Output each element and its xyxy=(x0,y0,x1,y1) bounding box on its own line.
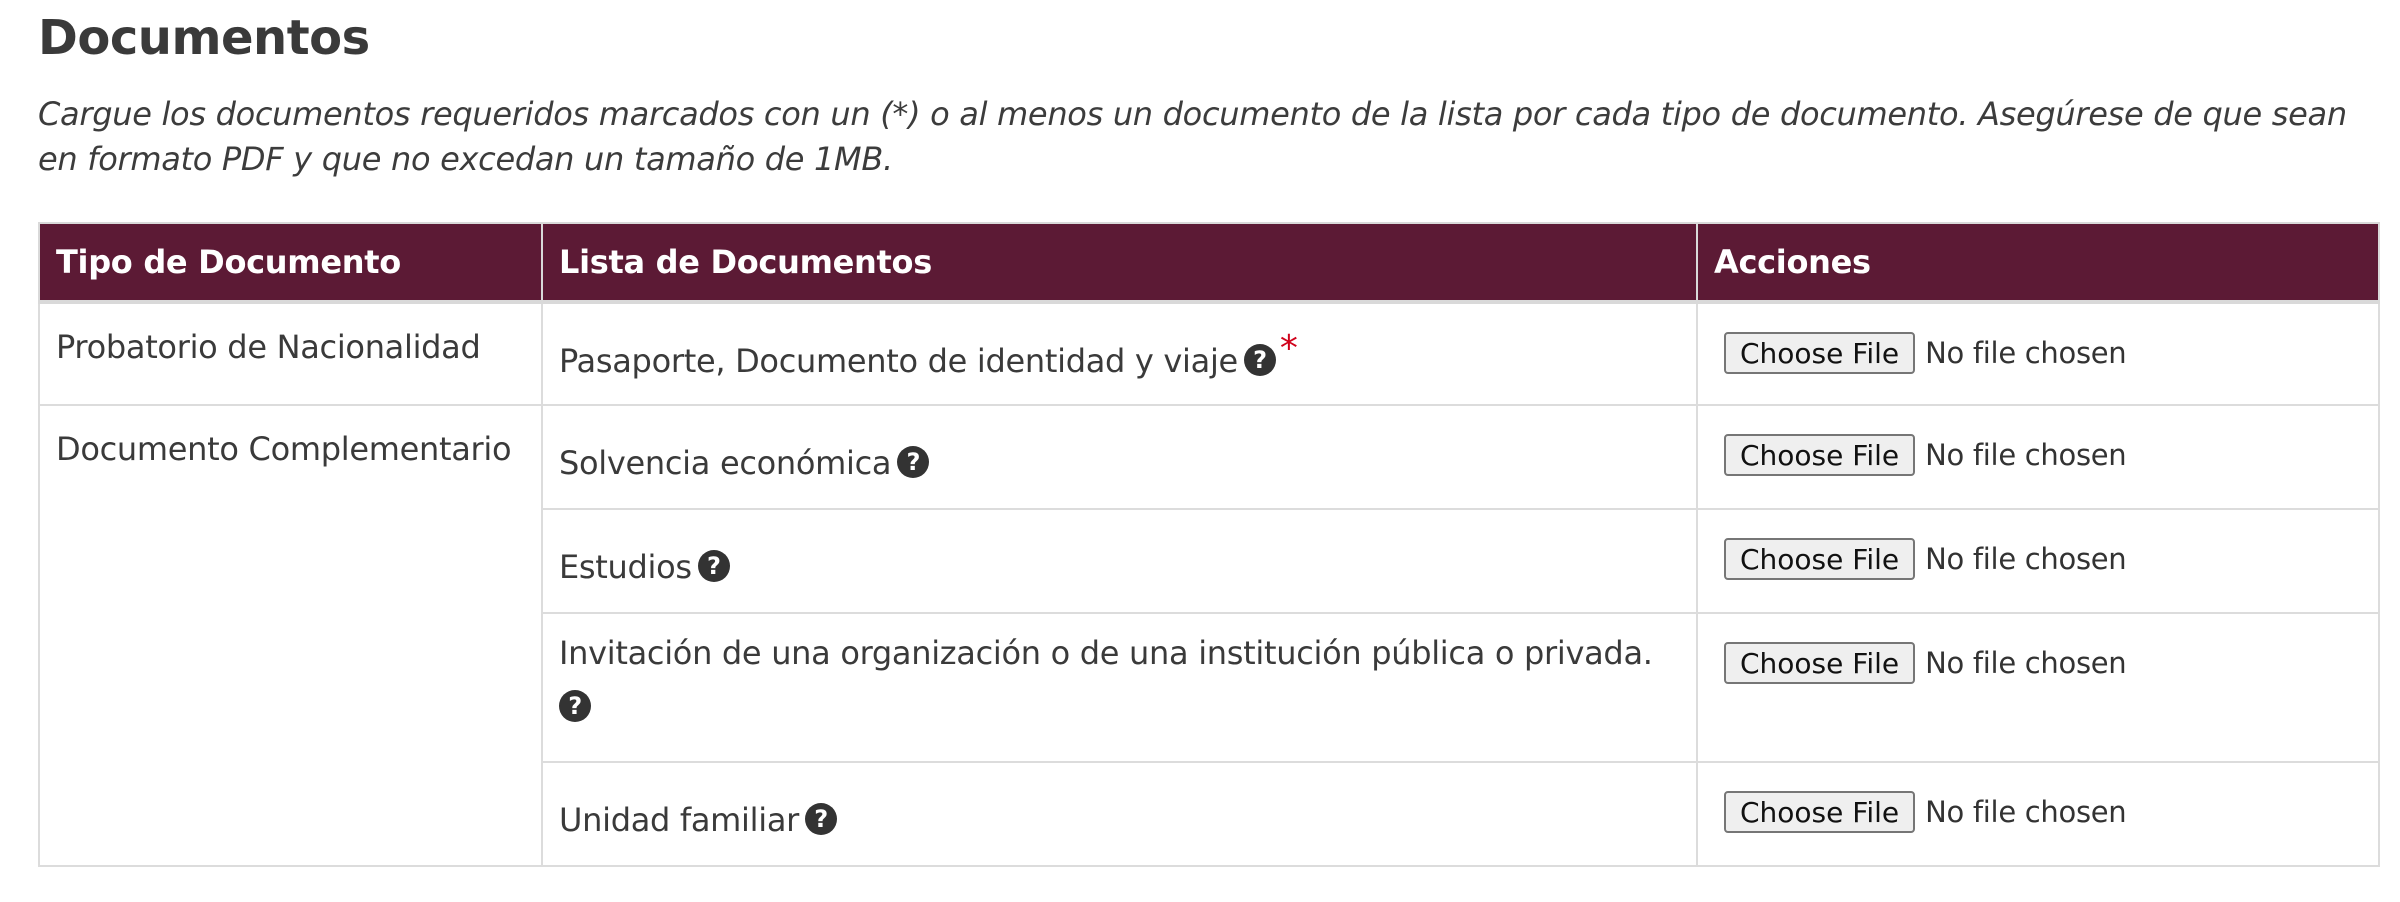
file-input[interactable]: Choose File No file chosen xyxy=(1724,791,2362,833)
document-type-cell: Probatorio de Nacionalidad xyxy=(38,301,543,406)
page-title: Documentos xyxy=(38,10,370,66)
actions-cell: Choose File No file chosen xyxy=(1696,761,2380,867)
document-name: Unidad familiar xyxy=(559,801,799,839)
documents-section: Documentos Cargue los documentos requeri… xyxy=(38,0,2380,867)
document-name: Invitación de una organización o de una … xyxy=(559,634,1653,672)
document-name-cell: Pasaporte, Documento de identidad y viaj… xyxy=(541,301,1698,406)
document-name: Pasaporte, Documento de identidad y viaj… xyxy=(559,342,1238,380)
table-header-row: Tipo de Documento Lista de Documentos Ac… xyxy=(38,222,2380,304)
question-circle-icon[interactable]: ? xyxy=(1243,344,1276,376)
required-asterisk: * xyxy=(1279,328,1298,369)
file-status: No file chosen xyxy=(1925,438,2127,472)
document-name: Estudios xyxy=(559,548,692,586)
documents-table: Tipo de Documento Lista de Documentos Ac… xyxy=(38,222,2380,867)
document-type-cell: Documento Complementario xyxy=(38,404,543,867)
table-row: Probatorio de Nacionalidad Pasaporte, Do… xyxy=(38,301,2380,406)
choose-file-button[interactable]: Choose File xyxy=(1724,538,1916,580)
file-status: No file chosen xyxy=(1925,795,2127,829)
column-header-acciones: Acciones xyxy=(1696,222,2380,304)
actions-cell: Choose File No file chosen xyxy=(1696,404,2380,510)
document-name-cell: Invitación de una organización o de una … xyxy=(541,612,1698,763)
actions-cell: Choose File No file chosen xyxy=(1696,301,2380,406)
question-circle-icon[interactable]: ? xyxy=(559,690,591,722)
file-status: No file chosen xyxy=(1925,646,2127,680)
question-circle-icon[interactable]: ? xyxy=(697,550,730,582)
choose-file-button[interactable]: Choose File xyxy=(1724,642,1916,684)
file-input[interactable]: Choose File No file chosen xyxy=(1724,538,2362,580)
question-circle-icon[interactable]: ? xyxy=(805,803,837,835)
document-name-cell: Estudios? xyxy=(541,508,1698,614)
document-name: Solvencia económica xyxy=(559,444,892,482)
choose-file-button[interactable]: Choose File xyxy=(1724,434,1916,476)
document-name-cell: Solvencia económica? xyxy=(541,404,1698,510)
actions-cell: Choose File No file chosen xyxy=(1696,508,2380,614)
column-header-lista: Lista de Documentos xyxy=(541,222,1698,304)
table-row: Documento Complementario Solvencia econó… xyxy=(38,404,2380,867)
choose-file-button[interactable]: Choose File xyxy=(1724,791,1916,833)
file-status: No file chosen xyxy=(1925,542,2127,576)
instructions-text: Cargue los documentos requeridos marcado… xyxy=(38,95,2347,178)
file-input[interactable]: Choose File No file chosen xyxy=(1724,642,2362,684)
choose-file-button[interactable]: Choose File xyxy=(1724,332,1916,374)
column-header-tipo: Tipo de Documento xyxy=(38,222,543,304)
document-name-cell: Unidad familiar? xyxy=(541,761,1698,867)
file-status: No file chosen xyxy=(1925,336,2127,370)
file-input[interactable]: Choose File No file chosen xyxy=(1724,332,2362,374)
actions-cell: Choose File No file chosen xyxy=(1696,612,2380,763)
file-input[interactable]: Choose File No file chosen xyxy=(1724,434,2362,476)
question-circle-icon[interactable]: ? xyxy=(897,446,930,478)
